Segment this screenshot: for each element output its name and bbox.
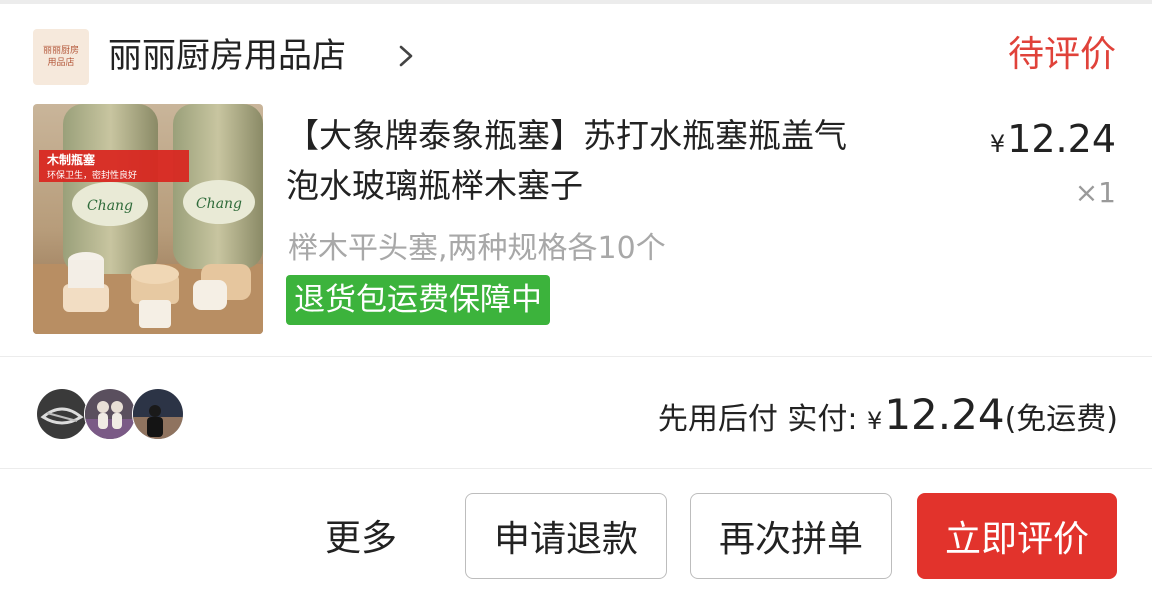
divider (0, 468, 1152, 469)
order-card: 丽丽厨房 用品店 丽丽厨房用品店 待评价 Chang Chang 木制瓶塞 环保… (0, 4, 1152, 595)
thumb-caption-sub: 环保卫生，密封性良好 (47, 169, 137, 181)
price-value: 12.24 (1007, 117, 1116, 161)
avatar (36, 388, 88, 440)
shop-name[interactable]: 丽丽厨房用品店 (108, 34, 346, 78)
refund-button[interactable]: 申请退款 (465, 493, 667, 579)
product-price: ¥12.24 (990, 116, 1116, 167)
review-button[interactable]: 立即评价 (917, 493, 1117, 579)
shop-logo-line1: 丽丽厨房 (42, 46, 79, 56)
avatar (132, 388, 184, 440)
product-thumbnail[interactable]: Chang Chang 木制瓶塞 环保卫生，密封性良好 (33, 104, 263, 334)
product-spec: 榉木平头塞,两种规格各10个 (288, 231, 666, 266)
pay-label: 先用后付 实付: (657, 402, 858, 437)
product-title-line2: 泡水玻璃瓶榉木塞子 (286, 166, 583, 205)
shop-logo[interactable]: 丽丽厨房 用品店 (33, 29, 89, 85)
reorder-button[interactable]: 再次拼单 (690, 493, 892, 579)
more-button[interactable]: 更多 (325, 514, 397, 564)
thumb-caption-title: 木制瓶塞 (46, 152, 96, 167)
payment-summary: 先用后付 实付: ¥12.24(免运费) (658, 390, 1118, 446)
bottle-label-left: Chang (87, 198, 133, 214)
return-shipping-badge: 退货包运费保障中 (286, 275, 550, 325)
price-currency: ¥ (989, 130, 1006, 158)
product-title[interactable]: 【大象牌泰象瓶塞】苏打水瓶塞瓶盖气 泡水玻璃瓶榉木塞子 (286, 111, 966, 211)
order-status: 待评价 (1007, 34, 1116, 75)
shop-logo-line2: 用品店 (47, 58, 75, 68)
chevron-right-icon[interactable] (395, 44, 417, 68)
product-title-line1: 【大象牌泰象瓶塞】苏打水瓶塞瓶盖气 (286, 116, 847, 155)
divider (0, 356, 1152, 357)
paid-currency: ¥ (867, 407, 883, 435)
bottle-label-right: Chang (196, 196, 242, 212)
product-image: Chang Chang 木制瓶塞 环保卫生，密封性良好 (33, 104, 263, 334)
paid-amount: 12.24 (884, 390, 1005, 439)
avatar (84, 388, 136, 440)
shipping-note: (免运费) (1004, 402, 1118, 437)
product-quantity: ×1 (1074, 176, 1116, 209)
